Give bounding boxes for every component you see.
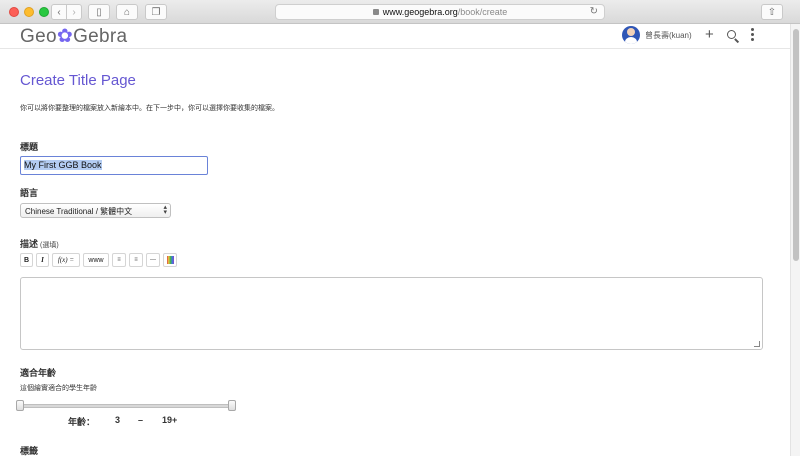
page-title: Create Title Page xyxy=(20,72,136,89)
more-vertical-icon[interactable] xyxy=(751,26,755,43)
resize-grip-icon[interactable] xyxy=(754,341,760,347)
age-min-handle[interactable] xyxy=(16,400,24,411)
description-label: 描述 (選填) xyxy=(20,237,59,250)
bold-button[interactable]: B xyxy=(20,253,33,267)
title-input[interactable]: My First GGB Book xyxy=(20,156,208,175)
add-icon[interactable]: + xyxy=(705,26,714,43)
age-max-value: 19+ xyxy=(162,415,178,425)
tabs-icon: ❐ xyxy=(151,6,161,18)
flower-icon: ✿ xyxy=(56,26,74,47)
formula-button[interactable]: f(x) = xyxy=(52,253,80,267)
chevron-right-icon: › xyxy=(72,6,76,18)
italic-button[interactable]: I xyxy=(36,253,49,267)
title-input-value: My First GGB Book xyxy=(24,160,102,170)
age-separator: – xyxy=(138,415,144,425)
tags-label: 標籤 xyxy=(20,446,39,456)
color-palette-icon xyxy=(166,256,174,264)
age-label: 適合年齡 xyxy=(20,368,57,378)
description-textarea[interactable] xyxy=(20,277,763,350)
site-header: Geo✿Gebra 曾長壽(kuan) + xyxy=(0,24,790,49)
language-label: 語言 xyxy=(20,188,39,198)
language-select[interactable]: Chinese Traditional / 繁體中文 ▴ ▾ xyxy=(20,203,171,218)
sidebar-icon: ▯ xyxy=(96,6,102,18)
close-window-button[interactable] xyxy=(9,7,19,17)
url-path: /book/create xyxy=(457,7,508,17)
lock-icon xyxy=(372,9,379,15)
title-label: 標題 xyxy=(20,142,39,152)
search-icon[interactable] xyxy=(727,30,739,42)
horizontal-rule-button[interactable]: — xyxy=(146,253,160,267)
zoom-window-button[interactable] xyxy=(39,7,49,17)
sidebar-button[interactable]: ▯ xyxy=(88,4,110,20)
language-select-value: Chinese Traditional / 繁體中文 xyxy=(25,207,133,216)
geogebra-logo[interactable]: Geo✿Gebra xyxy=(20,25,127,48)
reload-icon[interactable]: ↻ xyxy=(590,6,598,17)
age-range-slider[interactable] xyxy=(20,404,232,408)
scrollbar-thumb[interactable] xyxy=(793,29,799,261)
url-host: www.geogebra.org xyxy=(382,7,458,17)
share-icon: ⇧ xyxy=(767,6,777,18)
age-max-handle[interactable] xyxy=(228,400,236,411)
numbered-list-button[interactable]: ≡ xyxy=(129,253,143,267)
age-hint: 這個繪實適合的學生年齡 xyxy=(20,385,97,392)
bullet-list-button[interactable]: ≡ xyxy=(112,253,126,267)
home-icon: ⌂ xyxy=(123,6,131,18)
page-scrollbar[interactable] xyxy=(790,24,800,456)
browser-toolbar: ‹ › ▯ ⌂ ❐ www.geogebra.org/book/create ↻… xyxy=(0,0,800,24)
description-label-text: 描述 xyxy=(20,239,39,249)
address-bar[interactable]: www.geogebra.org/book/create ↻ xyxy=(275,4,605,20)
select-arrows-icon: ▴ ▾ xyxy=(163,204,167,216)
user-menu[interactable]: 曾長壽(kuan) xyxy=(622,26,692,44)
age-caption: 年齡： xyxy=(68,417,96,427)
user-name: 曾長壽(kuan) xyxy=(645,30,692,40)
minimize-window-button[interactable] xyxy=(24,7,34,17)
editor-toolbar: B I f(x) = www ≡ ≡ — xyxy=(20,253,180,267)
tab-overview-button[interactable]: ❐ xyxy=(145,4,167,20)
logo-prefix: Geo xyxy=(20,26,57,47)
home-button[interactable]: ⌂ xyxy=(116,4,138,20)
age-min-value: 3 xyxy=(115,415,121,425)
share-button[interactable]: ⇧ xyxy=(761,4,783,20)
intro-text: 你可以將你要整理的檔案放入新繪本中。在下一步中，你可以選擇你要收集的檔案。 xyxy=(20,105,279,112)
color-button[interactable] xyxy=(163,253,177,267)
forward-button[interactable]: › xyxy=(66,4,82,20)
chevron-left-icon: ‹ xyxy=(57,6,61,18)
optional-hint: (選填) xyxy=(40,242,59,249)
back-button[interactable]: ‹ xyxy=(51,4,67,20)
link-button[interactable]: www xyxy=(83,253,109,267)
avatar xyxy=(622,26,640,44)
logo-suffix: Gebra xyxy=(73,26,128,47)
